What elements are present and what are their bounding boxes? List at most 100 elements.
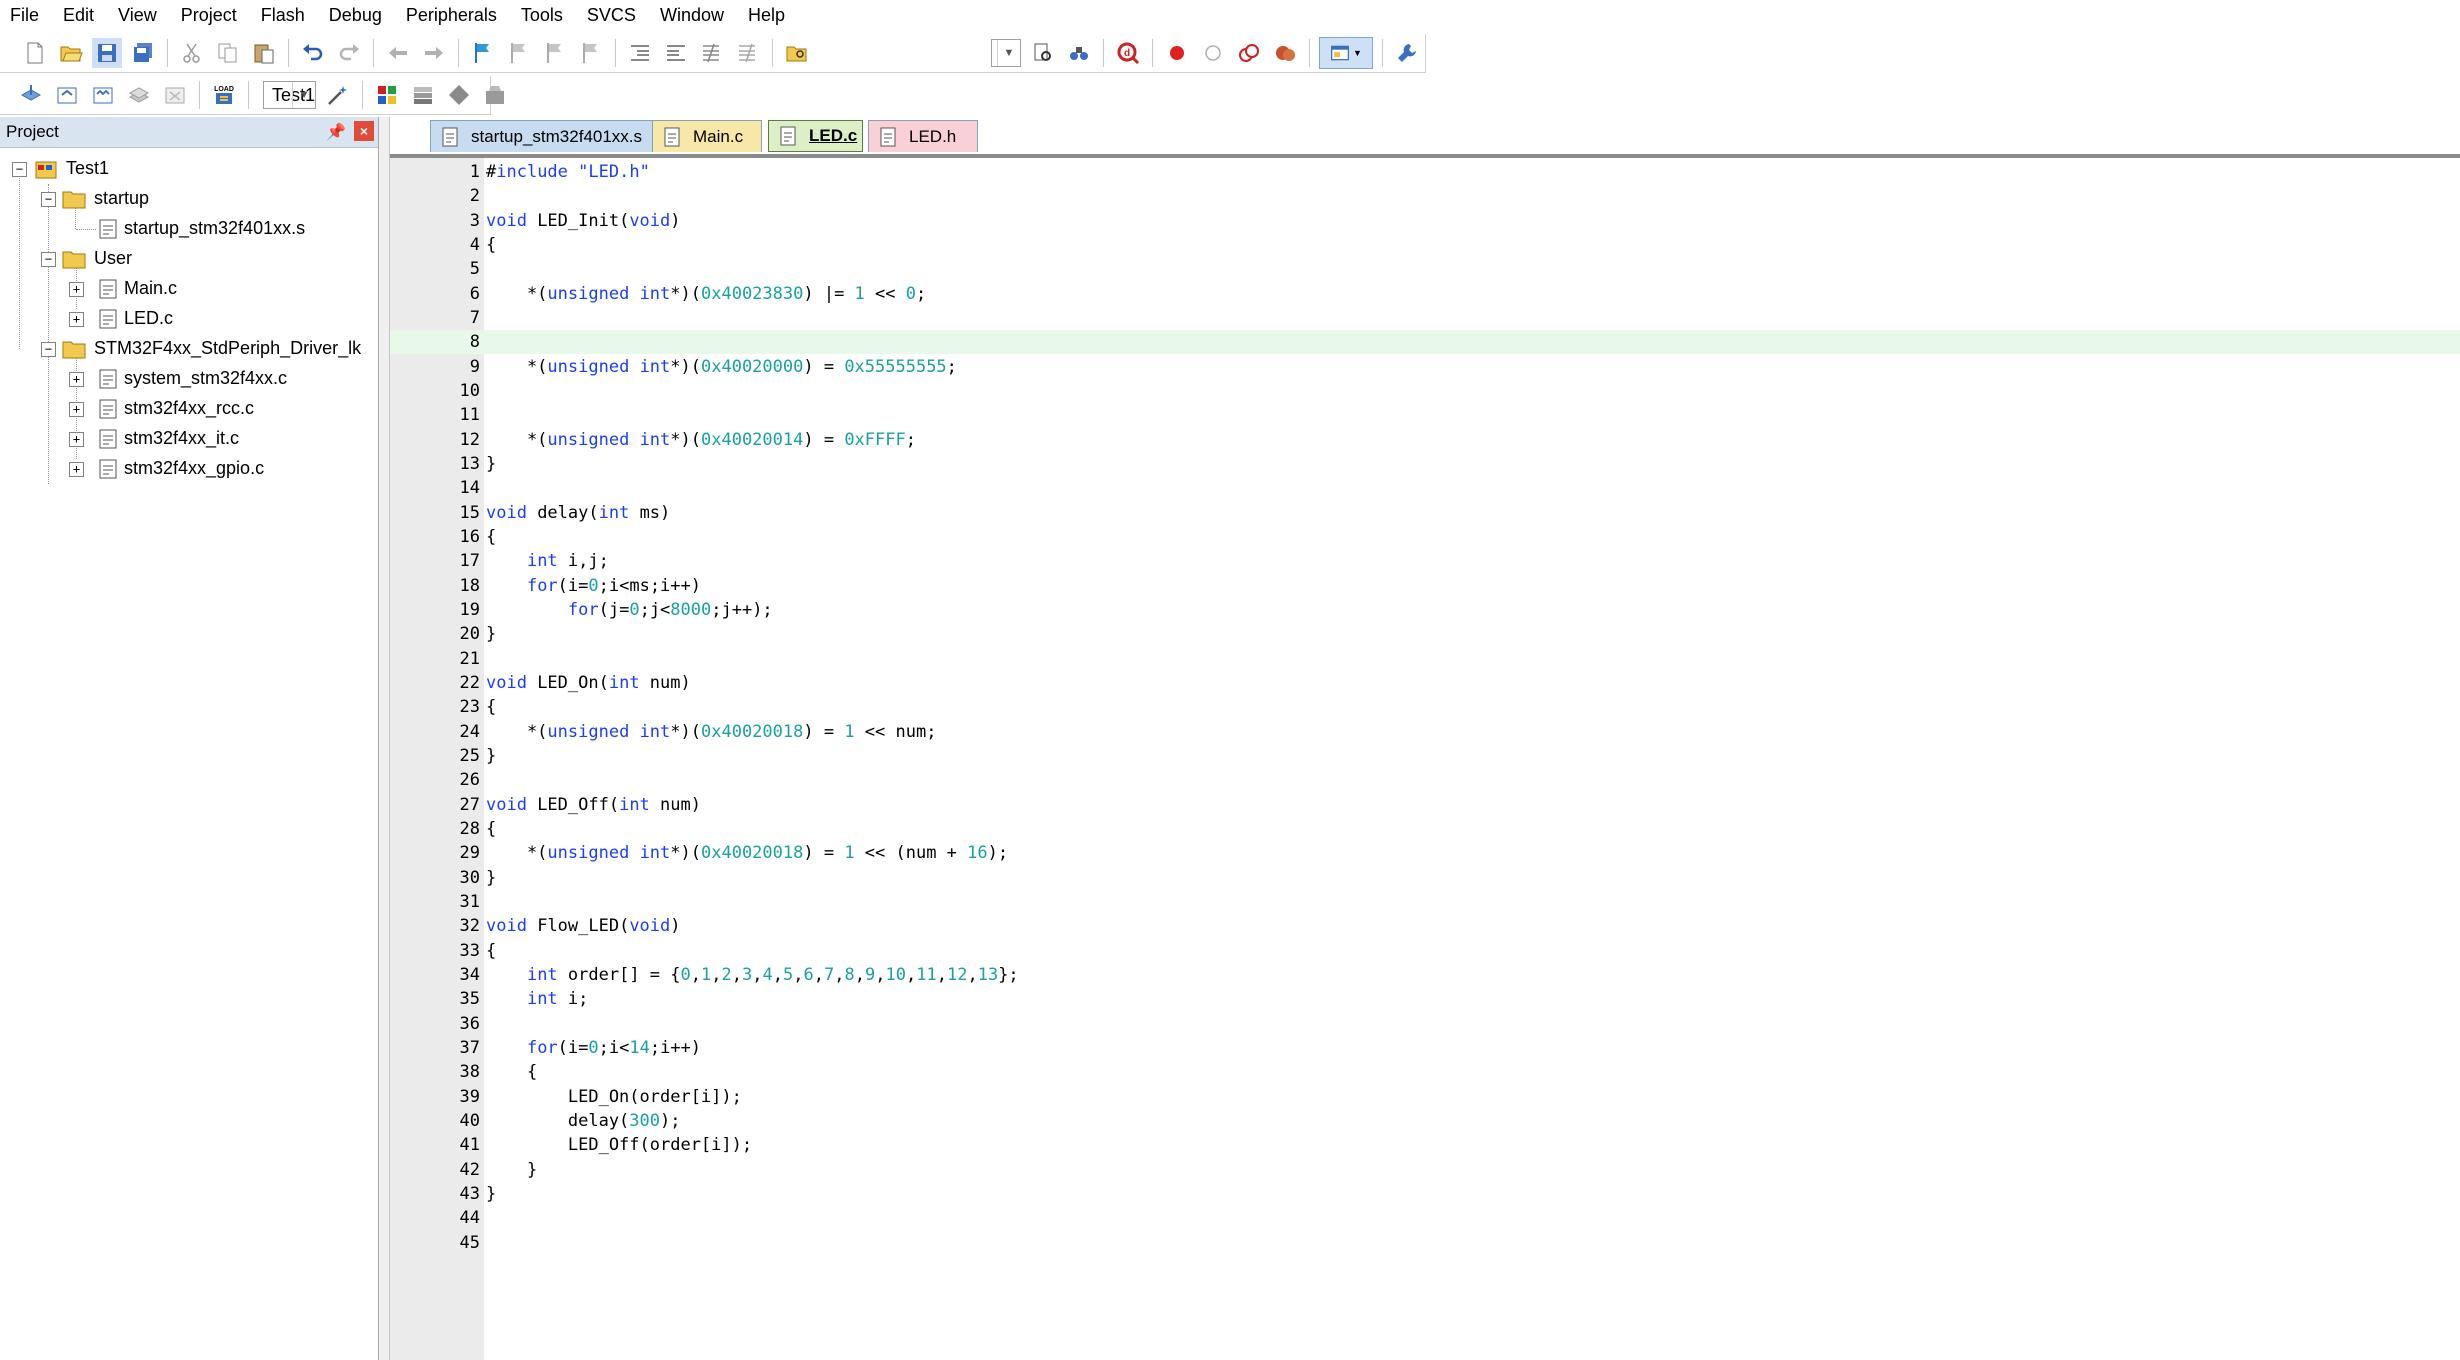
code-line[interactable]: 1 #include "LED.h" — [390, 160, 2460, 184]
paste-button[interactable] — [249, 38, 279, 68]
menu-window[interactable]: Window — [648, 0, 736, 31]
pin-icon[interactable]: 📌 — [326, 122, 346, 142]
expand-icon[interactable]: + — [69, 372, 84, 387]
code-line[interactable]: 6 *(unsigned int*)(0x40023830) |= 1 << 0… — [390, 282, 2460, 306]
code-line[interactable]: 8 — [390, 330, 2460, 355]
copy-button[interactable] — [213, 38, 243, 68]
download-button[interactable]: LOAD — [209, 80, 239, 110]
tree-file[interactable]: startup_stm32f401xx.s — [0, 214, 378, 244]
file-extensions-button[interactable] — [408, 80, 438, 110]
expand-icon[interactable]: + — [69, 282, 84, 297]
close-icon[interactable]: × — [354, 121, 374, 141]
tree-group-startup[interactable]: − startup — [0, 184, 378, 214]
navigate-forward-button[interactable] — [419, 38, 449, 68]
tree-file[interactable]: + system_stm32f4xx.c — [0, 364, 378, 394]
incremental-find-button[interactable] — [1064, 38, 1094, 68]
menu-file[interactable]: File — [0, 0, 51, 31]
menu-svcs[interactable]: SVCS — [575, 0, 648, 31]
save-all-button[interactable] — [128, 38, 158, 68]
collapse-icon[interactable]: − — [12, 162, 27, 177]
code-line[interactable]: 18 for(i=0;i<ms;i++) — [390, 574, 2460, 598]
tree-group-driver[interactable]: − STM32F4xx_StdPeriph_Driver_lk — [0, 334, 378, 364]
code-line[interactable]: 44 — [390, 1206, 2460, 1230]
code-line[interactable]: 33 { — [390, 939, 2460, 963]
code-line[interactable]: 25} — [390, 744, 2460, 768]
unindent-button[interactable] — [661, 38, 691, 68]
code-line[interactable]: 24 *(unsigned int*)(0x40020018) = 1 << n… — [390, 720, 2460, 744]
menu-help[interactable]: Help — [736, 0, 797, 31]
tab-led-h[interactable]: LED.h — [868, 120, 978, 152]
code-line[interactable]: 45 — [390, 1231, 2460, 1255]
target-select[interactable]: Test1 ▼ — [263, 81, 317, 109]
code-line[interactable]: 32 void Flow_LED(void) — [390, 914, 2460, 938]
kill-all-breakpoints-button[interactable] — [1270, 38, 1300, 68]
build-button[interactable] — [52, 80, 82, 110]
open-file-button[interactable] — [56, 38, 86, 68]
pack-installer-button[interactable] — [480, 80, 510, 110]
tree-file[interactable]: + Main.c — [0, 274, 378, 304]
find-button[interactable] — [1028, 38, 1058, 68]
code-line[interactable]: 26 — [390, 768, 2460, 792]
collapse-icon[interactable]: − — [41, 252, 56, 267]
comment-button[interactable] — [697, 38, 727, 68]
prev-bookmark-button[interactable] — [504, 38, 534, 68]
code-line[interactable]: 7 — [390, 306, 2460, 330]
batch-build-button[interactable] — [124, 80, 154, 110]
disable-breakpoint-button[interactable] — [1198, 38, 1228, 68]
collapse-icon[interactable]: − — [41, 342, 56, 357]
code-line[interactable]: 17 int i,j; — [390, 549, 2460, 573]
code-line[interactable]: 15 void delay(int ms) — [390, 501, 2460, 525]
menu-flash[interactable]: Flash — [249, 0, 317, 31]
cut-button[interactable] — [177, 38, 207, 68]
code-line[interactable]: 42 } — [390, 1158, 2460, 1182]
panel-splitter[interactable] — [379, 117, 390, 1360]
code-line[interactable]: 23 { — [390, 695, 2460, 719]
code-line[interactable]: 22 void LED_On(int num) — [390, 671, 2460, 695]
redo-button[interactable] — [334, 38, 364, 68]
tree-file[interactable]: + LED.c — [0, 304, 378, 334]
code-line[interactable]: 27 void LED_Off(int num) — [390, 793, 2460, 817]
expand-icon[interactable]: + — [69, 432, 84, 447]
insert-bookmark-button[interactable] — [468, 38, 498, 68]
new-file-button[interactable] — [20, 38, 50, 68]
code-line[interactable]: 39 LED_On(order[i]); — [390, 1085, 2460, 1109]
code-line[interactable]: 38 { — [390, 1060, 2460, 1084]
code-line[interactable]: 28 { — [390, 817, 2460, 841]
insert-breakpoint-button[interactable] — [1162, 38, 1192, 68]
tree-group-user[interactable]: − User — [0, 244, 378, 274]
tree-file[interactable]: + stm32f4xx_it.c — [0, 424, 378, 454]
code-line[interactable]: 11 — [390, 403, 2460, 427]
code-line[interactable]: 34 int order[] = {0,1,2,3,4,5,6,7,8,9,10… — [390, 963, 2460, 987]
tab-led-c[interactable]: LED.c — [768, 120, 863, 152]
code-line[interactable]: 3 void LED_Init(void) — [390, 209, 2460, 233]
manage-project-items-button[interactable] — [372, 80, 402, 110]
code-line[interactable]: 9 *(unsigned int*)(0x40020000) = 0x55555… — [390, 355, 2460, 379]
code-line[interactable]: 30} — [390, 866, 2460, 890]
code-line[interactable]: 43} — [390, 1182, 2460, 1206]
save-button[interactable] — [92, 38, 122, 68]
code-line[interactable]: 40 delay(300); — [390, 1109, 2460, 1133]
menu-debug[interactable]: Debug — [317, 0, 394, 31]
target-options-button[interactable] — [323, 80, 353, 110]
menu-edit[interactable]: Edit — [51, 0, 106, 31]
code-line[interactable]: 2 — [390, 184, 2460, 208]
code-line[interactable]: 29 *(unsigned int*)(0x40020018) = 1 << (… — [390, 841, 2460, 865]
expand-icon[interactable]: + — [69, 462, 84, 477]
chevron-down-icon[interactable]: ▼ — [292, 82, 315, 108]
code-line[interactable]: 21 — [390, 647, 2460, 671]
window-layout-button[interactable]: ▼ — [1319, 37, 1373, 69]
menu-project[interactable]: Project — [169, 0, 249, 31]
code-editor[interactable]: 1 #include "LED.h" 2 3 void LED_Init(void) 4{… — [390, 158, 2460, 1360]
menu-peripherals[interactable]: Peripherals — [394, 0, 509, 31]
indent-button[interactable] — [625, 38, 655, 68]
next-bookmark-button[interactable] — [540, 38, 570, 68]
navigate-back-button[interactable] — [383, 38, 413, 68]
code-line[interactable]: 31 — [390, 890, 2460, 914]
tree-file[interactable]: + stm32f4xx_gpio.c — [0, 454, 378, 484]
menu-tools[interactable]: Tools — [509, 0, 575, 31]
code-line[interactable]: 13} — [390, 452, 2460, 476]
tree-file[interactable]: + stm32f4xx_rcc.c — [0, 394, 378, 424]
code-line[interactable]: 14 — [390, 476, 2460, 500]
code-line[interactable]: 37 for(i=0;i<14;i++) — [390, 1036, 2460, 1060]
select-packs-button[interactable] — [444, 80, 474, 110]
